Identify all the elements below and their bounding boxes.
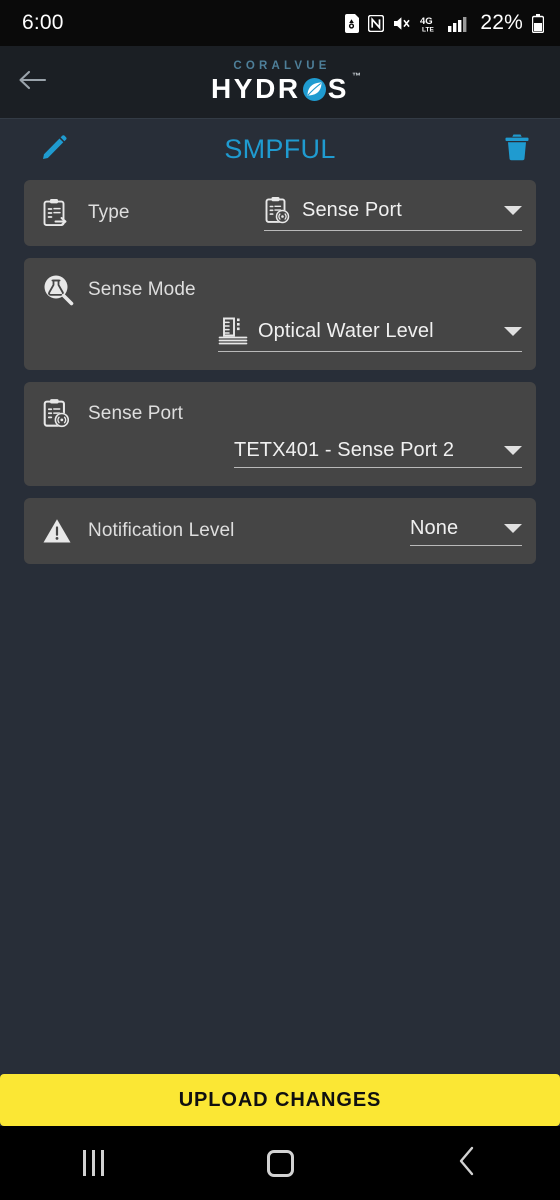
edit-name-button[interactable] bbox=[22, 134, 86, 166]
app-bar: CORALVUE HYDR S ™ bbox=[0, 46, 560, 118]
android-nav-bar bbox=[0, 1126, 560, 1200]
field-label-type: Type bbox=[88, 202, 130, 223]
dropdown-value-notification-level: None bbox=[410, 516, 459, 539]
flask-magnifier-icon bbox=[42, 274, 76, 306]
home-icon bbox=[266, 1149, 294, 1177]
dropdown-type[interactable]: Sense Port bbox=[264, 196, 522, 231]
hydros-logo: CORALVUE HYDR S ™ bbox=[0, 46, 560, 118]
signal-bars-icon bbox=[448, 15, 469, 32]
clipboard-signal-icon bbox=[42, 398, 76, 429]
upload-changes-button[interactable]: UPLOAD CHANGES bbox=[0, 1074, 560, 1126]
delete-button[interactable] bbox=[504, 133, 530, 166]
mute-icon bbox=[393, 15, 411, 32]
back-button[interactable] bbox=[0, 46, 64, 118]
back-nav-button[interactable] bbox=[373, 1146, 560, 1181]
field-label-sense-mode: Sense Mode bbox=[88, 279, 196, 300]
field-card-sense-port: Sense Port TETX401 - Sense Port 2 bbox=[24, 382, 536, 486]
leaf-o-icon bbox=[302, 76, 327, 102]
field-label-sense-port: Sense Port bbox=[88, 402, 183, 424]
dropdown-notification-level[interactable]: None bbox=[410, 517, 522, 546]
clipboard-arrow-icon bbox=[42, 198, 76, 229]
clipboard-signal-icon bbox=[264, 196, 292, 225]
logo-hydros-text: HYDR S ™ bbox=[210, 71, 361, 104]
title-bar: SMPFUL bbox=[0, 118, 560, 180]
field-card-notification-level: Notification Level None bbox=[24, 498, 536, 564]
dropdown-sense-port[interactable]: TETX401 - Sense Port 2 bbox=[234, 439, 522, 468]
back-chevron-icon bbox=[457, 1146, 477, 1181]
dropdown-value-sense-port: TETX401 - Sense Port 2 bbox=[234, 439, 455, 461]
logo-s-text: S bbox=[327, 72, 350, 104]
logo-trademark: ™ bbox=[352, 70, 362, 81]
water-level-gauge-icon bbox=[218, 316, 248, 346]
chevron-down-icon bbox=[486, 523, 522, 533]
chevron-down-icon bbox=[486, 326, 522, 336]
pencil-icon bbox=[41, 134, 68, 166]
status-bar: 6:00 4G LTE 22% bbox=[0, 0, 560, 46]
4g-lte-icon: 4G LTE bbox=[420, 15, 439, 32]
logo-hydr-text: HYDR bbox=[210, 72, 301, 104]
chevron-down-icon bbox=[486, 446, 522, 455]
field-card-type: Type Sense Port bbox=[24, 180, 536, 246]
dropdown-value-type: Sense Port bbox=[302, 198, 402, 221]
dropdown-sense-mode[interactable]: Optical Water Level bbox=[218, 316, 522, 352]
home-button[interactable] bbox=[187, 1149, 374, 1177]
logo-coralvue-text: CORALVUE bbox=[233, 60, 331, 73]
warning-triangle-icon bbox=[42, 517, 76, 545]
battery-percent-label: 22% bbox=[480, 11, 523, 34]
field-label-notification-level: Notification Level bbox=[88, 520, 235, 541]
svg-text:LTE: LTE bbox=[422, 26, 434, 32]
chevron-down-icon bbox=[486, 205, 522, 215]
svg-text:4G: 4G bbox=[420, 16, 433, 27]
nfc-icon bbox=[368, 14, 385, 32]
arrow-left-icon bbox=[17, 68, 47, 97]
status-icon-group: 4G LTE 22% bbox=[344, 11, 544, 35]
status-time: 6:00 bbox=[22, 11, 64, 34]
sd-card-icon bbox=[344, 13, 360, 33]
trash-icon bbox=[504, 133, 530, 166]
battery-icon bbox=[532, 13, 544, 33]
dropdown-value-sense-mode: Optical Water Level bbox=[258, 319, 434, 342]
recents-button[interactable] bbox=[0, 1150, 187, 1176]
recents-icon bbox=[82, 1150, 104, 1176]
field-card-sense-mode: Sense Mode Optical Water Level bbox=[24, 258, 536, 370]
settings-list: Type Sense Port Sense Mode Optical Water… bbox=[0, 180, 560, 564]
